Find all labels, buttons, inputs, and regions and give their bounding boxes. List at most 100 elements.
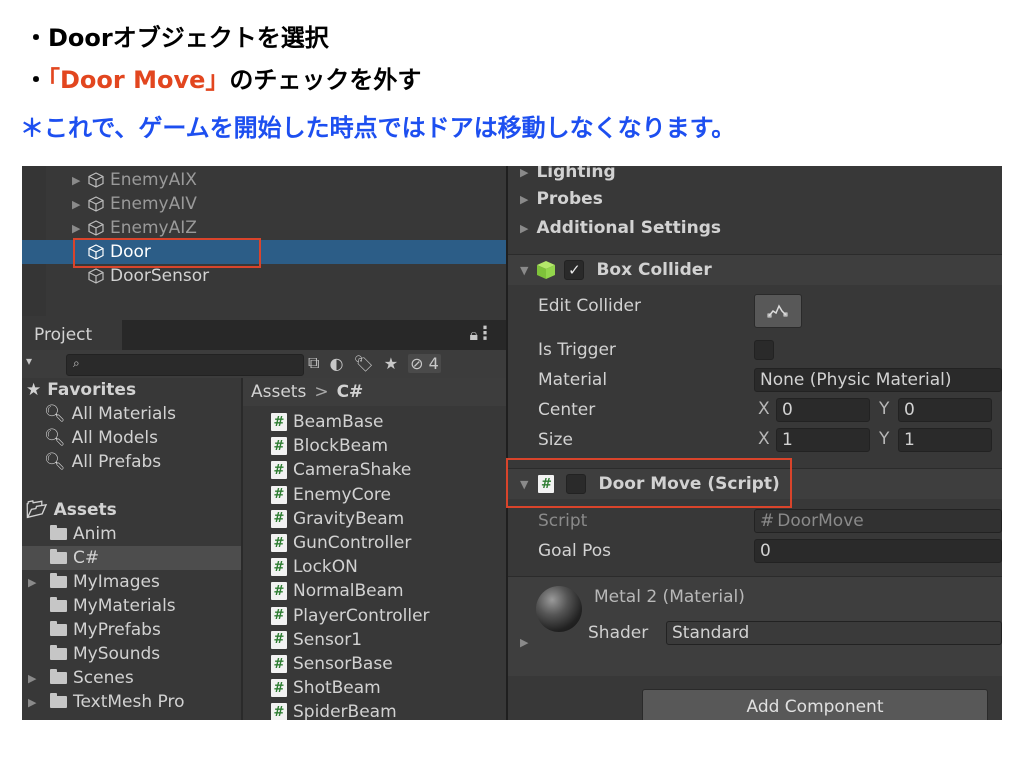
favorites-header[interactable]: ★ Favorites bbox=[22, 378, 241, 402]
kebab-menu-icon[interactable]: ⋮ bbox=[476, 323, 494, 344]
script-icon: # bbox=[271, 461, 287, 480]
size-x-field[interactable]: 1 bbox=[776, 428, 870, 452]
is-trigger-checkbox[interactable] bbox=[754, 340, 774, 360]
box-collider-icon bbox=[537, 261, 556, 279]
size-y-field[interactable]: 1 bbox=[898, 428, 992, 452]
script-file-item[interactable]: # PlayerController bbox=[271, 604, 430, 628]
script-file-item[interactable]: # LockON bbox=[271, 555, 358, 579]
project-tab-bar: Project 🔒︎ ⋮ bbox=[22, 320, 506, 350]
gameobject-icon bbox=[88, 172, 104, 188]
star-icon[interactable]: ★ bbox=[384, 354, 398, 373]
probes-foldout[interactable]: ▶ Probes bbox=[508, 185, 1002, 213]
triangle-right-icon[interactable]: ▶ bbox=[72, 198, 82, 211]
lighting-foldout[interactable]: ▶ Lighting bbox=[508, 166, 1002, 186]
script-file-item[interactable]: # Sensor1 bbox=[271, 628, 362, 652]
script-file-item[interactable]: # GunController bbox=[271, 531, 411, 555]
hidden-packages-icon[interactable]: ⊘ 4 bbox=[408, 353, 441, 373]
script-file-item[interactable]: # SensorBase bbox=[271, 652, 393, 676]
shader-dropdown[interactable]: Standard bbox=[666, 621, 1002, 645]
center-y-value: 0 bbox=[904, 400, 915, 420]
add-component-button[interactable]: Add Component bbox=[642, 689, 988, 720]
triangle-down-icon[interactable]: ▼ bbox=[520, 264, 528, 277]
breadcrumb-assets[interactable]: Assets bbox=[251, 382, 306, 402]
triangle-right-icon[interactable]: ▶ bbox=[72, 222, 82, 235]
center-x-value: 0 bbox=[782, 400, 793, 420]
hierarchy-item-label: EnemyAIZ bbox=[110, 218, 197, 238]
shader-value: Standard bbox=[672, 623, 750, 643]
project-tab[interactable]: Project bbox=[22, 320, 122, 350]
folder-label: MyMaterials bbox=[73, 596, 176, 616]
folder-item[interactable]: C# bbox=[22, 546, 241, 570]
create-dropdown-icon[interactable]: ▾ bbox=[26, 354, 32, 368]
folder-item[interactable]: ▶ TextMesh Pro bbox=[22, 690, 241, 714]
hierarchy-item[interactable]: ▶ EnemyAIZ bbox=[22, 216, 506, 240]
script-file-label: NormalBeam bbox=[293, 581, 404, 602]
script-icon: # bbox=[271, 558, 287, 577]
triangle-right-icon[interactable]: ▶ bbox=[72, 174, 82, 187]
additional-settings-foldout[interactable]: ▶ Additional Settings bbox=[508, 214, 1002, 242]
script-file-item[interactable]: # EnemyCore bbox=[271, 483, 391, 507]
script-file-item[interactable]: # CameraShake bbox=[271, 458, 411, 482]
hierarchy-item-label: EnemyAIX bbox=[110, 170, 197, 190]
hierarchy-item[interactable]: ▶ EnemyAIX bbox=[22, 168, 506, 192]
material-foldout-icon[interactable]: ▶ bbox=[520, 636, 528, 649]
folder-label: Anim bbox=[73, 524, 117, 544]
filter-label-icon[interactable]: 🏷︎ bbox=[353, 354, 373, 373]
script-file-item[interactable]: # SpiderBeam bbox=[271, 700, 397, 720]
folder-item[interactable]: MyMaterials bbox=[22, 594, 241, 618]
gameobject-icon bbox=[88, 268, 104, 284]
folder-item[interactable]: MyPrefabs bbox=[22, 618, 241, 642]
breadcrumb-current[interactable]: C# bbox=[337, 382, 364, 402]
folder-icon bbox=[50, 693, 67, 708]
project-file-list: Assets > C# # BeamBase # BlockBeam # CameraSh… bbox=[241, 378, 508, 720]
assets-header[interactable]: 📂︎ Assets bbox=[22, 498, 241, 522]
search-icon: 🔍︎ bbox=[44, 428, 66, 448]
favorite-item[interactable]: 🔍︎ All Models bbox=[22, 426, 241, 450]
script-file-item[interactable]: # GravityBeam bbox=[271, 507, 404, 531]
script-file-label: LockON bbox=[293, 557, 358, 578]
script-file-item[interactable]: # BlockBeam bbox=[271, 434, 388, 458]
favorite-item-label: All Prefabs bbox=[71, 452, 162, 472]
project-toolbar: ▾ ⌕ ⧉ ◐ 🏷︎ ★ ⊘ 4 bbox=[22, 350, 506, 378]
filter-type-icon[interactable]: ◐ bbox=[329, 354, 343, 373]
box-collider-enabled-checkbox[interactable]: ✓ bbox=[564, 260, 585, 280]
favorite-item[interactable]: 🔍︎ All Prefabs bbox=[22, 450, 241, 474]
box-collider-header[interactable]: ▼ ✓ Box Collider bbox=[508, 254, 1002, 285]
triangle-right-icon[interactable]: ▶ bbox=[28, 576, 42, 589]
edit-collider-button[interactable] bbox=[754, 294, 802, 328]
script-label: Script bbox=[538, 511, 588, 531]
triangle-right-icon[interactable]: ▶ bbox=[28, 696, 42, 709]
folder-icon bbox=[50, 645, 67, 660]
triangle-right-icon[interactable]: ▶ bbox=[28, 672, 42, 685]
script-icon: # bbox=[271, 679, 287, 698]
folder-icon bbox=[50, 669, 67, 684]
folder-item[interactable]: MySounds bbox=[22, 642, 241, 666]
script-file-item[interactable]: # NormalBeam bbox=[271, 579, 404, 603]
size-y-value: 1 bbox=[904, 430, 915, 450]
folder-item[interactable]: ▶ MyImages bbox=[22, 570, 241, 594]
favorite-item[interactable]: 🔍︎ All Materials bbox=[22, 402, 241, 426]
search-icon: 🔍︎ bbox=[44, 452, 66, 472]
center-y-field[interactable]: 0 bbox=[898, 398, 992, 422]
script-icon: # bbox=[271, 485, 287, 504]
inspector-panel: ▶ Lighting ▶ Probes ▶ Additional Setting… bbox=[508, 166, 1002, 720]
script-file-label: Sensor1 bbox=[293, 629, 363, 650]
favorite-item-label: All Materials bbox=[71, 404, 176, 424]
script-file-label: PlayerController bbox=[293, 605, 430, 626]
center-x-field[interactable]: 0 bbox=[776, 398, 870, 422]
folder-item[interactable]: Anim bbox=[22, 522, 241, 546]
project-search-input[interactable]: ⌕ bbox=[66, 354, 304, 376]
material-field[interactable]: None (Physic Material) bbox=[754, 368, 1002, 392]
goal-pos-field[interactable]: 0 bbox=[754, 539, 1002, 563]
script-file-label: GunController bbox=[293, 533, 412, 553]
script-file-item[interactable]: # BeamBase bbox=[271, 410, 384, 434]
folder-label: MyImages bbox=[73, 572, 160, 592]
door-move-highlight-box bbox=[506, 458, 792, 508]
size-x-value: 1 bbox=[782, 430, 793, 450]
hierarchy-item[interactable]: ▶ EnemyAIV bbox=[22, 192, 506, 216]
script-file-item[interactable]: # ShotBeam bbox=[271, 676, 381, 700]
breadcrumb-separator: > bbox=[314, 382, 329, 402]
scene-view-icon[interactable]: ⧉ bbox=[308, 353, 319, 373]
material-label: Material bbox=[538, 370, 608, 390]
folder-item[interactable]: ▶ Scenes bbox=[22, 666, 241, 690]
